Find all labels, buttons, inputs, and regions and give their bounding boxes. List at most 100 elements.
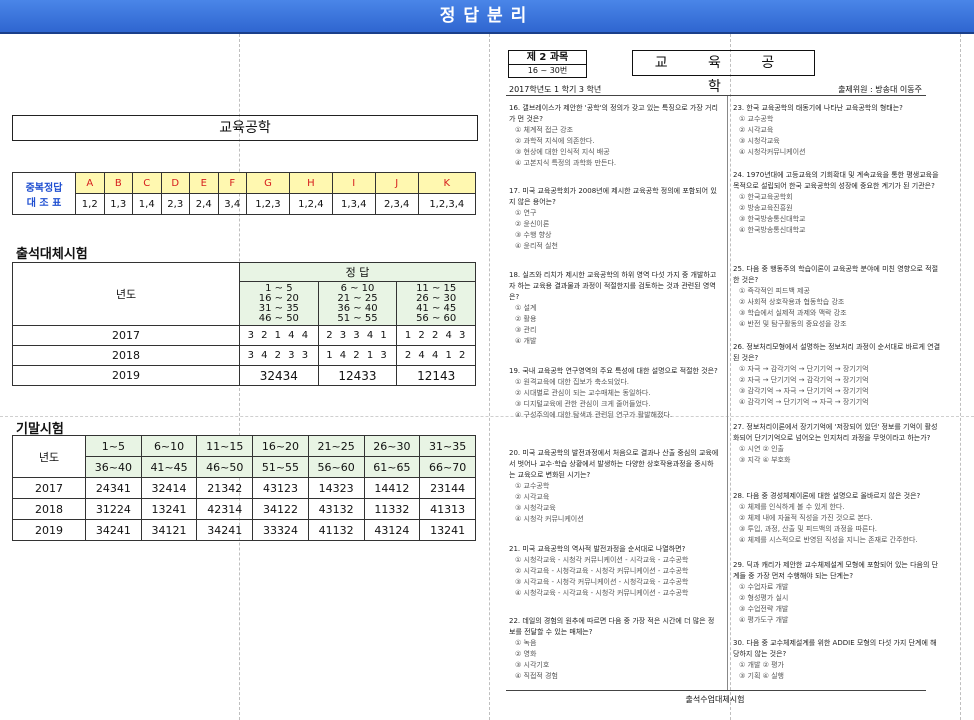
combination-cell: 1,3 — [103, 193, 133, 215]
range-cell: 36~40 — [85, 456, 142, 478]
answer-cell: 11332 — [363, 498, 421, 520]
letter-cell: H — [288, 172, 333, 194]
letter-cell: A — [75, 172, 105, 194]
question-number: 27. — [733, 423, 745, 431]
answer-option: ③ 디지털교육에 관한 관심이 크게 줄어들었다. — [515, 400, 651, 408]
exam-question: 22. 데일의 경험의 원추에 따르면 다음 중 가장 적은 시간에 더 많은 … — [509, 616, 719, 682]
question-text: 17. 미국 교육공학회가 2008년에 제시한 교육공학 정의에 포함되어 있… — [509, 186, 719, 208]
answer-option: ③ 감각기억 → 자극 → 단기기억 → 장기기억 — [739, 387, 869, 395]
answer-cell: 13241 — [419, 519, 476, 541]
answer-option: ③ 시청각교육 — [515, 504, 556, 512]
question-text: 16. 갤브레이스가 제안한 '공학'의 정의가 갖고 있는 특징으로 가장 거… — [509, 103, 719, 125]
question-body: 한국 교육공학의 태동기에 나타난 교육공학의 형태는? — [746, 104, 903, 112]
question-body: 미국 교육공학의 역사적 발전과정을 순서대로 나열하면? — [522, 545, 686, 553]
answer-option: ② 시각교육 — [739, 126, 774, 134]
author-info: 출제위원 : 방송대 이동주 — [838, 85, 922, 94]
answer-option: ② 시대별로 관심이 되는 교수매체는 동일하다. — [515, 389, 651, 397]
question-text: 28. 다음 중 경성체제이론에 대한 설명으로 올바르지 않은 것은? — [733, 491, 943, 502]
range-text: 21 ~ 25 — [337, 292, 378, 304]
answer-option: ① 체제를 인식하게 볼 수 있게 한다. — [739, 503, 845, 511]
answer-cell: 3 4 2 3 3 — [239, 345, 319, 366]
answer-option: ④ 윤리적 실천 — [515, 242, 558, 250]
question-body: 1970년대에 고등교육의 기회확대 및 계속교육을 통한 평생교육을 목적으로… — [733, 171, 939, 190]
year-cell: 2018 — [12, 498, 86, 520]
answer-option: ② 영화 — [515, 650, 537, 658]
answer-cell: 14412 — [363, 477, 421, 499]
letter-cell: B — [103, 172, 133, 194]
answer-option: ① 개발 ② 평가 — [739, 661, 784, 669]
exam-question: 24. 1970년대에 고등교육의 기회확대 및 계속교육을 통한 평생교육을 … — [733, 170, 943, 236]
range-text: 51 ~ 55 — [337, 312, 378, 324]
answer-cell: 43132 — [307, 498, 365, 520]
answer-option: ③ 투입, 과정, 산출 및 피드백의 과정을 따른다. — [739, 525, 878, 533]
exam-footer: 출석수업대체시험 — [685, 695, 745, 704]
exam-question: 26. 정보처리모형에서 설명하는 정보처리 과정이 순서대로 바르게 연결된 … — [733, 342, 943, 408]
answer-option: ② 자극 → 단기기억 → 감각기억 → 장기기억 — [739, 376, 869, 384]
range-cell: 6~10 — [140, 435, 198, 457]
letter-cell: E — [189, 172, 219, 194]
letter-cell: F — [217, 172, 247, 194]
final-answer-table: 년도 1~5 6~10 11~15 16~20 21~25 26~30 31~35 36~40 4… — [12, 435, 476, 541]
answer-option: ① 녹음 — [515, 639, 537, 647]
answer-option: ① 교수공학 — [515, 482, 550, 490]
answer-option: ① 자극 → 감각기억 → 단기기억 → 장기기억 — [739, 365, 869, 373]
range-cell: 31~35 — [419, 435, 476, 457]
question-number: 18. — [509, 271, 521, 279]
exam-question: 28. 다음 중 경성체제이론에 대한 설명으로 올바르지 않은 것은? ① 체제… — [733, 491, 943, 546]
answer-option: ④ 감각기억 → 단기기억 → 자극 → 장기기억 — [739, 398, 869, 406]
exam-question: 25. 다음 중 행동주의 학습이론이 교육공학 분야에 미친 영향으로 적절한… — [733, 264, 943, 330]
answer-cell: 42314 — [196, 498, 254, 520]
range-text: 6 ~ 10 — [340, 282, 375, 294]
answer-option: ③ 수업전략 개발 — [739, 605, 789, 613]
answer-cell: 12433 — [317, 365, 398, 386]
answer-cell: 34122 — [252, 498, 309, 520]
answer-option: ② 체제 내에 자율적 직성을 가진 것으로 본다. — [739, 514, 873, 522]
exam-question: 19. 국내 교육공학 연구영역의 주요 특성에 대한 설명으로 적절한 것은?… — [509, 366, 719, 421]
answer-option: ④ 개발 — [515, 337, 537, 345]
question-text: 27. 정보처리이론에서 장기기억에 '저장되어 있던' 정보를 기억이 활성화… — [733, 422, 943, 444]
attendance-section-label: 출석대체시험 — [16, 247, 88, 262]
answer-option: ① 체계적 접근 강조 — [515, 126, 574, 134]
question-number: 28. — [733, 492, 745, 500]
year-cell: 2017 — [12, 325, 240, 346]
range-text: 41 ~ 45 — [416, 302, 457, 314]
question-text: 30. 다음 중 교수체제설계를 위한 ADDIE 모형의 다섯 가지 단계에 … — [733, 638, 943, 660]
question-number: 17. — [509, 187, 521, 195]
combination-cell: 1,2,3 — [246, 193, 290, 215]
guide-line — [730, 34, 731, 720]
page-banner: 정답분리 — [0, 0, 974, 34]
duplicate-answer-table: 중복정답 대 조 표 ABCDEFGHIJK 1,2 1,3 1,4 2,3 2,4 3,… — [12, 172, 477, 215]
combination-cell: 2,3 — [160, 193, 190, 215]
answer-option: ④ 직접적 경험 — [515, 672, 558, 680]
header-line: 중복정답 — [25, 182, 63, 194]
question-body: 정보처리모형에서 설명하는 정보처리 과정이 순서대로 바르게 연결된 것은? — [733, 343, 941, 362]
combination-cell: 1,4 — [132, 193, 162, 215]
question-body: 정보처리이론에서 장기기억에 '저장되어 있던' 정보를 기억이 활성화되어 단… — [733, 423, 938, 442]
guide-line — [0, 416, 974, 417]
answer-option: ④ 평가도구 개발 — [739, 616, 789, 624]
answer-option: ④ 시청각교육 - 시각교육 - 시청각 커뮤니케이션 - 교수공학 — [515, 589, 689, 597]
question-body: 미국 교육공학의 발전과정에서 처음으로 결과나 산출 중심의 교육에서 벗어나… — [509, 449, 719, 479]
answer-option: ① 수업자료 개발 — [739, 583, 789, 591]
question-text: 20. 미국 교육공학의 발전과정에서 처음으로 결과나 산출 중심의 교육에서… — [509, 448, 719, 481]
combination-cell: 1,3,4 — [331, 193, 376, 215]
answer-cell: 34121 — [140, 519, 198, 541]
subject-range: 16 ~ 30번 — [527, 66, 568, 75]
header-line: 대 조 표 — [26, 197, 62, 209]
exam-question: 18. 실즈와 리치가 제시한 교육공학의 하위 영역 다섯 가지 중 개발하고… — [509, 270, 719, 347]
letter-cell: C — [132, 172, 162, 194]
year-header: 년도 — [12, 435, 86, 478]
year-cell: 2018 — [12, 345, 240, 366]
answer-option: ② 시각교육 - 시청각교육 - 시청각 커뮤니케이션 - 교수공학 — [515, 567, 689, 575]
question-body: 다음 중 교수체제설계를 위한 ADDIE 모형의 다섯 가지 단계에 해당하지… — [733, 639, 937, 658]
combination-cell: 1,2 — [75, 193, 105, 215]
question-text: 18. 실즈와 리치가 제시한 교육공학의 하위 영역 다섯 가지 중 개발하고… — [509, 270, 719, 303]
range-cell: 61~65 — [363, 456, 421, 478]
answer-option: ③ 관리 — [515, 326, 537, 334]
answer-option: ③ 기획 ④ 실행 — [739, 672, 784, 680]
answer-option: ① 원격교육에 대한 집보가 축소되었다. — [515, 378, 630, 386]
answer-option: ② 활용 — [515, 315, 537, 323]
answer-cell: 1 2 2 4 3 — [396, 325, 476, 346]
answer-option: ② 과학적 지식에 의존한다. — [515, 137, 595, 145]
question-number: 26. — [733, 343, 745, 351]
